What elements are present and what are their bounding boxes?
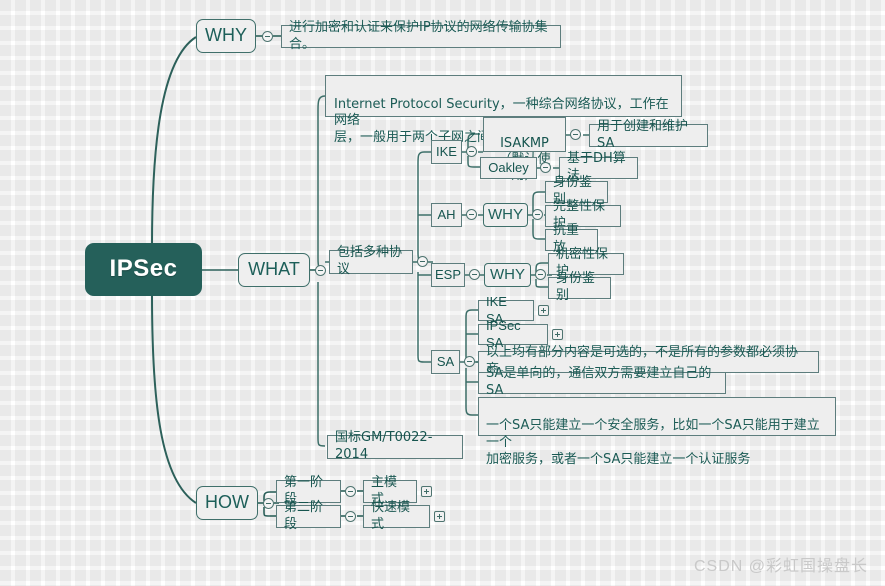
root-label: IPSec [109, 255, 178, 283]
oakley-label: Oakley [488, 159, 529, 175]
sa-label: SA [436, 353, 455, 369]
sa-item-note-1-label: SA是单向的，通信双方需要建立自己的SA [486, 366, 712, 398]
why-detail[interactable]: 进行加密和认证来保护IP协议的网络传输协集合。 [281, 20, 561, 52]
what-protocols-label: 包括多种协议 [337, 245, 403, 277]
toggle-what[interactable] [315, 265, 326, 276]
what-protocols[interactable]: 包括多种协议 [329, 245, 413, 277]
ike-child-oakley[interactable]: Oakley [480, 157, 537, 179]
sa-item-note-1[interactable]: SA是单向的，通信双方需要建立自己的SA [478, 366, 726, 398]
toggle-ah[interactable] [466, 209, 477, 220]
what-standard-label: 国标GM/T0022-2014 [335, 430, 433, 462]
branch-why-label: WHY [205, 25, 247, 46]
ah-why-label: WHY [488, 206, 523, 224]
ah-why-node[interactable]: WHY [483, 203, 528, 227]
isakmp-detail-text: 用于创建和维护SA [597, 118, 689, 151]
how-phase-1-mode-label: 快速模式 [371, 499, 411, 532]
ah-label: AH [437, 206, 456, 222]
how-phase-1-label: 第二阶段 [284, 499, 324, 532]
toggle-isakmp[interactable] [570, 129, 581, 140]
protocol-node-sa[interactable]: SA [431, 350, 460, 374]
sa-item-note-2-label: 一个SA只能建立一个安全服务，比如一个SA只能用于建立一个 加密服务，或者一个S… [486, 417, 820, 467]
how-phase-1[interactable]: 第二阶段 [276, 500, 341, 532]
esp-why-node[interactable]: WHY [484, 263, 531, 287]
esp-why-label: WHY [490, 266, 525, 284]
mindmap-canvas: IPSec WHY 进行加密和认证来保护IP协议的网络传输协集合。 WHAT I… [0, 0, 885, 586]
toggle-ike[interactable] [466, 146, 477, 157]
esp-item-1[interactable]: 身份鉴别 [548, 271, 611, 303]
sa-item-ipsec-sa[interactable]: IPSec SA [478, 318, 548, 350]
how-phase-1-mode[interactable]: 快速模式 [363, 500, 430, 532]
why-detail-text: 进行加密和认证来保护IP协议的网络传输协集合。 [289, 19, 548, 52]
ike-child-isakmp[interactable]: ISAKMP （默认使用） [483, 117, 566, 183]
expand-ipsec-sa[interactable] [552, 329, 563, 340]
esp-item-1-label: 身份鉴别 [556, 271, 596, 303]
sa-item-note-2[interactable]: 一个SA只能建立一个安全服务，比如一个SA只能用于建立一个 加密服务，或者一个S… [478, 397, 836, 467]
ike-label: IKE [436, 143, 457, 159]
branch-node-how[interactable]: HOW [196, 486, 258, 520]
esp-label: ESP [435, 266, 462, 282]
toggle-sa[interactable] [464, 356, 475, 367]
toggle-oakley[interactable] [540, 162, 551, 173]
toggle-phase-1[interactable] [345, 511, 356, 522]
watermark: CSDN @彩虹国操盘长 [694, 552, 868, 576]
toggle-phase-0[interactable] [345, 486, 356, 497]
toggle-how[interactable] [263, 498, 274, 509]
watermark-text: CSDN @彩虹国操盘长 [693, 558, 868, 575]
isakmp-detail[interactable]: 用于创建和维护SA [589, 119, 708, 151]
what-definition[interactable]: Internet Protocol Security，一种综合网络协议，工作在网… [325, 75, 682, 145]
branch-node-what[interactable]: WHAT [238, 253, 310, 287]
protocol-node-ah[interactable]: AH [431, 203, 462, 227]
root-node-ipsec[interactable]: IPSec [85, 243, 202, 296]
toggle-ah-why[interactable] [532, 209, 543, 220]
branch-what-label: WHAT [248, 259, 300, 280]
expand-ike-sa[interactable] [538, 305, 549, 316]
toggle-esp-why[interactable] [535, 269, 546, 280]
expand-phase-0-mode[interactable] [421, 486, 432, 497]
toggle-protocols[interactable] [417, 256, 428, 267]
toggle-esp[interactable] [469, 269, 480, 280]
branch-how-label: HOW [205, 492, 249, 513]
what-standard[interactable]: 国标GM/T0022-2014 [327, 430, 463, 462]
expand-phase-1-mode[interactable] [434, 511, 445, 522]
branch-node-why[interactable]: WHY [196, 19, 256, 53]
protocol-node-ike[interactable]: IKE [431, 140, 462, 164]
toggle-why[interactable] [262, 31, 273, 42]
protocol-node-esp[interactable]: ESP [431, 263, 465, 287]
